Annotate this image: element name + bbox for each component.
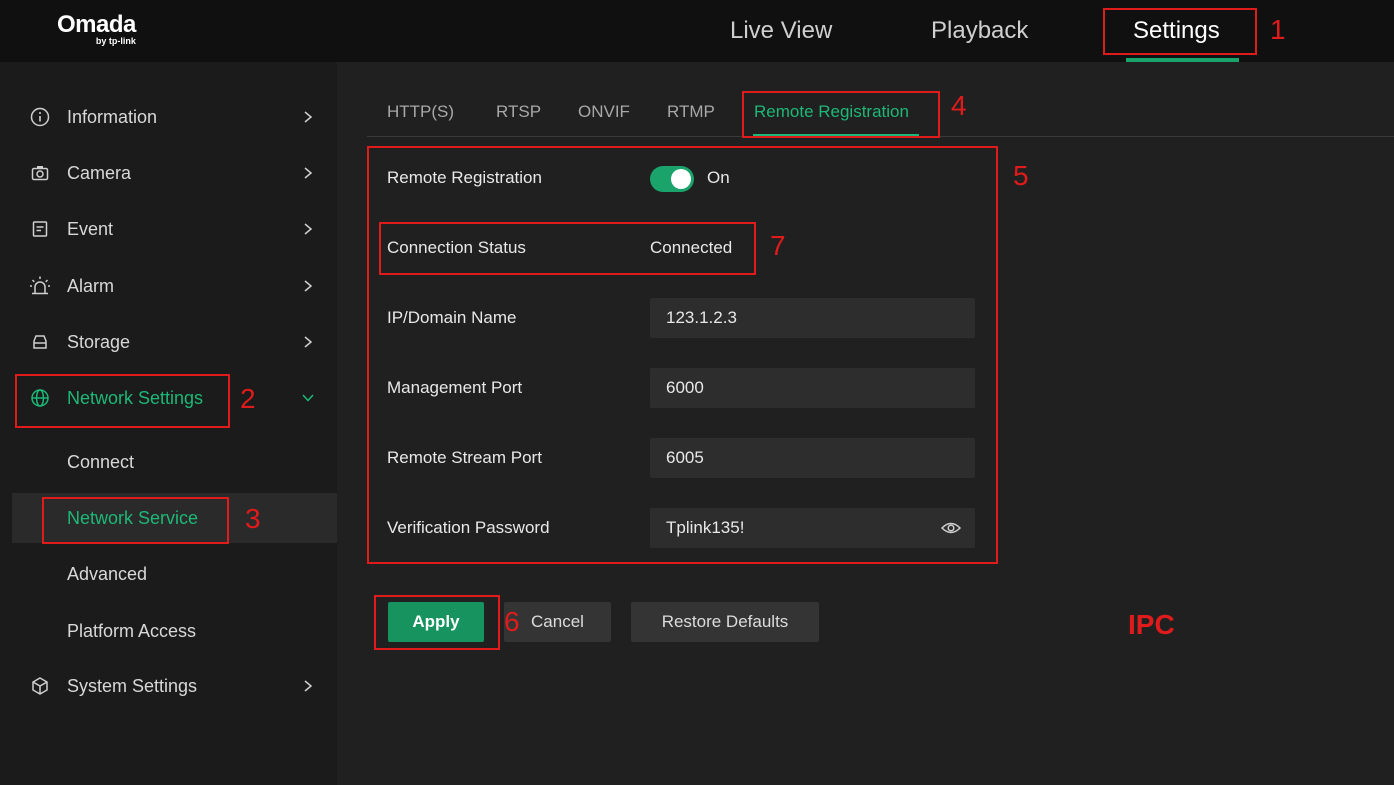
chevron-right-icon <box>304 680 313 692</box>
chevron-right-icon <box>304 167 313 179</box>
storage-icon <box>29 331 51 353</box>
chevron-right-icon <box>304 336 313 348</box>
camera-icon <box>29 162 51 184</box>
annotation-number-6: 6 <box>504 606 520 637</box>
sidebar-item-alarm[interactable]: Alarm <box>0 264 337 308</box>
annotation-number-1: 1 <box>1270 14 1286 45</box>
annotation-box-6 <box>374 595 500 650</box>
tab-onvif[interactable]: ONVIF <box>578 102 630 122</box>
annotation-number-3: 3 <box>245 503 261 534</box>
sidebar-item-storage[interactable]: Storage <box>0 320 337 364</box>
cancel-button[interactable]: Cancel <box>504 602 611 642</box>
sidebar-subitem-label: Platform Access <box>67 620 197 641</box>
info-icon <box>29 106 51 128</box>
annotation-box-1 <box>1103 8 1257 55</box>
nav-playback[interactable]: Playback <box>931 14 1028 48</box>
annotation-number-7: 7 <box>770 230 786 261</box>
chevron-right-icon <box>304 223 313 235</box>
sidebar-subitem-advanced[interactable]: Advanced <box>12 549 337 599</box>
sidebar-subitem-platform-access[interactable]: Platform Access <box>12 606 337 656</box>
chevron-right-icon <box>304 111 313 123</box>
annotation-box-5 <box>367 146 998 564</box>
sidebar-item-label: Camera <box>67 162 132 183</box>
annotation-number-4: 4 <box>951 90 967 121</box>
restore-defaults-button[interactable]: Restore Defaults <box>631 602 819 642</box>
tab-rtsp[interactable]: RTSP <box>496 102 541 122</box>
event-icon <box>29 218 51 240</box>
chevron-right-icon <box>304 280 313 292</box>
annotation-box-3 <box>42 497 229 544</box>
annotation-box-4 <box>742 91 940 138</box>
logo-text: Omada <box>57 11 136 38</box>
sidebar-subitem-label: Connect <box>67 451 135 472</box>
annotation-box-2 <box>15 374 230 428</box>
annotation-number-2: 2 <box>240 383 256 414</box>
sidebar-item-system-settings[interactable]: System Settings <box>0 664 337 708</box>
annotation-box-7 <box>379 222 756 275</box>
chevron-down-icon <box>302 394 314 402</box>
sidebar-item-label: Alarm <box>67 275 115 296</box>
nav-live-view[interactable]: Live View <box>730 14 832 48</box>
sidebar-item-label: Storage <box>67 331 131 352</box>
sidebar-subitem-label: Advanced <box>67 563 148 584</box>
alarm-icon <box>29 275 51 297</box>
omada-logo[interactable]: Omada by tp-link <box>57 11 136 47</box>
cube-icon <box>29 675 51 697</box>
annotation-number-5: 5 <box>1013 160 1029 191</box>
sidebar-item-label: Event <box>67 218 114 239</box>
ipc-annotation-label: IPC <box>1128 609 1175 640</box>
sidebar-subitem-connect[interactable]: Connect <box>12 437 337 487</box>
sidebar-item-event[interactable]: Event <box>0 207 337 251</box>
sidebar-item-label: Information <box>67 106 158 127</box>
sidebar-item-information[interactable]: Information <box>0 95 337 139</box>
tab-https[interactable]: HTTP(S) <box>387 102 454 122</box>
sidebar-item-label: System Settings <box>67 675 198 696</box>
tab-rtmp[interactable]: RTMP <box>667 102 715 122</box>
sidebar-item-camera[interactable]: Camera <box>0 151 337 195</box>
